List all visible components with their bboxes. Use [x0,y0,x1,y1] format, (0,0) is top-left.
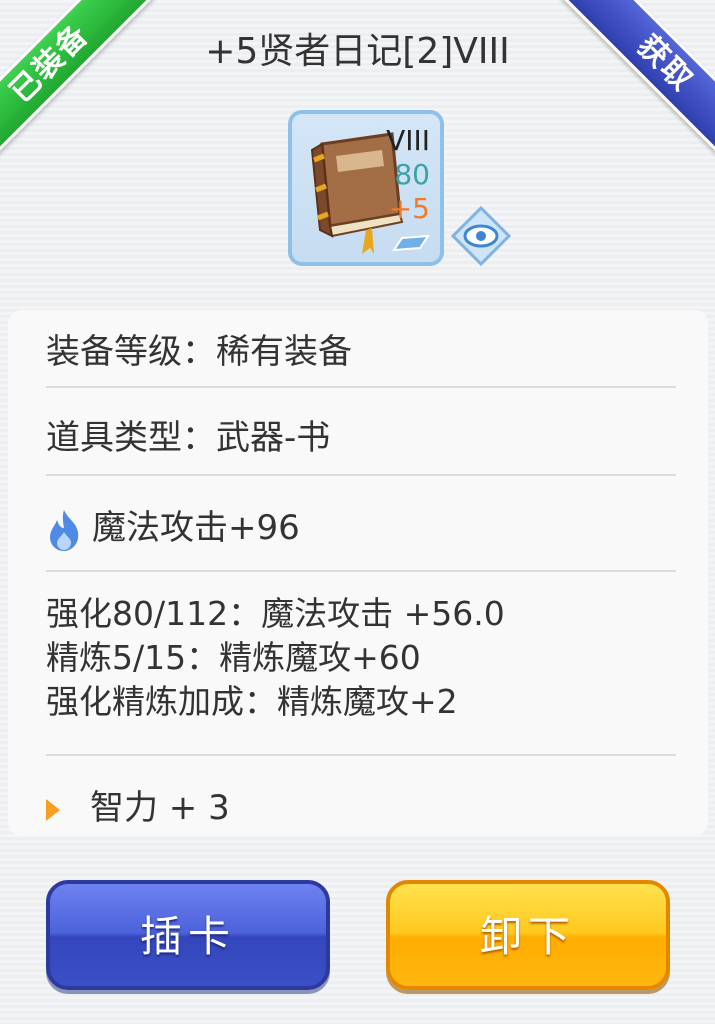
item-title: +5贤者日记[2]VIII [205,31,510,72]
eye-icon[interactable] [450,205,512,267]
enhance-line: 强化80/112：魔法攻击 +56.0 [46,594,505,633]
fire-icon [50,509,79,551]
bonus-line: 强化精炼加成：精炼魔攻+2 [46,682,458,721]
extra-stat-row[interactable]: 智力 + 3 [26,780,656,829]
divider [46,474,676,476]
equipment-grade: 装备等级：稀有装备 [46,332,352,372]
extra-stat: 智力 + 3 [90,788,230,828]
item-type: 道具类型：武器-书 [46,418,331,458]
level-label: 80 [394,158,430,191]
base-stat: 魔法攻击+96 [92,508,300,548]
enhance-stats: 强化80/112：魔法攻击 +56.0 精炼5/15：精炼魔攻+60 强化精炼加… [46,592,676,724]
divider [46,570,676,572]
insert-card-button[interactable]: 插卡 [46,880,330,990]
divider [46,754,676,756]
refine-label: +5 [388,192,430,225]
refine-line: 精炼5/15：精炼魔攻+60 [46,638,421,677]
item-details-panel: 装备等级：稀有装备 道具类型：武器-书 魔法攻击+96 强化80/112：魔法攻… [8,310,708,836]
item-icon-frame: VIII 80 +5 [288,110,444,266]
rank-label: VIII [386,124,430,157]
divider [46,386,676,388]
expand-arrow-icon[interactable] [46,798,60,821]
base-stat-row: 魔法攻击+96 [46,500,676,552]
unequip-button[interactable]: 卸下 [386,880,670,990]
